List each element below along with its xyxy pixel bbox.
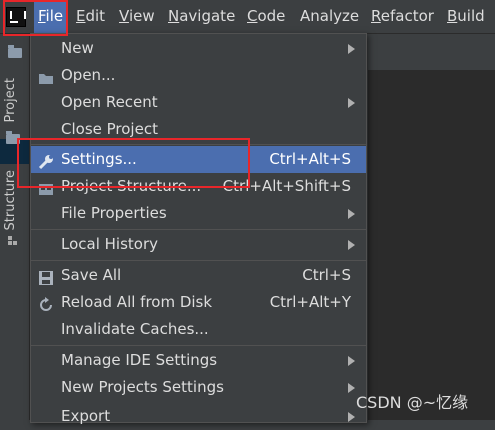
menu-separator (31, 229, 366, 230)
save-icon (38, 268, 54, 285)
project-tab-icon (6, 131, 20, 144)
menu-analyze[interactable]: Analyze (296, 0, 363, 33)
menu-item-label: Invalidate Caches... (61, 320, 209, 338)
menu-separator (31, 260, 366, 261)
project-folder-icon[interactable] (8, 45, 22, 58)
menu-item-settings[interactable]: Settings... Ctrl+Alt+S (31, 146, 366, 173)
reload-icon (38, 295, 54, 311)
menu-edit[interactable]: Edit (72, 0, 109, 33)
structure-icon (8, 236, 18, 246)
intellij-logo-icon[interactable] (6, 7, 26, 27)
menu-item-label: Local History (61, 235, 159, 253)
menu-navigate[interactable]: Navigate (164, 0, 239, 33)
menu-separator (31, 144, 366, 145)
menu-item-close-project[interactable]: Close Project (31, 116, 366, 143)
submenu-arrow-icon (348, 240, 355, 250)
menu-item-label: Close Project (61, 120, 158, 138)
menu-file[interactable]: File (34, 0, 68, 33)
menu-item-label: Open Recent (61, 93, 158, 111)
menu-item-open[interactable]: Open... (31, 62, 366, 89)
menu-item-shortcut: Ctrl+Alt+S (269, 150, 351, 168)
menu-item-shortcut: Ctrl+Alt+Shift+S (222, 177, 351, 195)
tab-structure[interactable]: Structure (3, 170, 18, 230)
menu-bar: File Edit View Navigate Code Analyze Ref… (0, 0, 495, 34)
menu-item-label: Manage IDE Settings (61, 351, 218, 369)
submenu-arrow-icon (348, 209, 355, 219)
menu-item-manage-ide-settings[interactable]: Manage IDE Settings (31, 347, 366, 374)
menu-item-label: Export (61, 407, 111, 425)
tab-project[interactable]: Project (3, 78, 18, 122)
submenu-arrow-icon (348, 383, 355, 393)
submenu-arrow-icon (348, 356, 355, 366)
menu-item-new-projects-settings[interactable]: New Projects Settings (31, 374, 366, 401)
menu-separator (31, 345, 366, 346)
menu-item-local-history[interactable]: Local History (31, 231, 366, 258)
open-folder-icon (38, 68, 54, 84)
menu-view[interactable]: View (115, 0, 159, 33)
menu-item-reload-all[interactable]: Reload All from Disk Ctrl+Alt+Y (31, 289, 366, 316)
menu-item-export[interactable]: Export (31, 403, 366, 430)
menu-item-shortcut: Ctrl+Alt+Y (269, 293, 351, 311)
menu-item-open-recent[interactable]: Open Recent (31, 89, 366, 116)
menu-item-label: Open... (61, 66, 116, 84)
menu-item-new[interactable]: New (31, 35, 366, 62)
menu-item-label: New Projects Settings (61, 378, 224, 396)
menu-refactor[interactable]: Refactor (367, 0, 438, 33)
wrench-icon (38, 152, 54, 170)
editor-area (368, 70, 495, 420)
submenu-arrow-icon (348, 44, 355, 54)
menu-item-save-all[interactable]: Save All Ctrl+S (31, 262, 366, 289)
watermark-text: CSDN @~忆缘 (356, 393, 469, 412)
menu-item-label: Save All (61, 266, 122, 284)
menu-item-shortcut: Ctrl+S (302, 266, 351, 284)
menu-build[interactable]: Build (443, 0, 489, 33)
file-menu-dropdown: New Open... Open Recent Close Project Se… (30, 33, 367, 425)
project-structure-icon (38, 179, 54, 195)
menu-item-label: Settings... (61, 150, 137, 168)
menu-item-project-structure[interactable]: Project Structure... Ctrl+Alt+Shift+S (31, 173, 366, 200)
menu-item-invalidate-caches[interactable]: Invalidate Caches... (31, 316, 366, 343)
menu-item-label: File Properties (61, 204, 167, 222)
submenu-arrow-icon (348, 412, 355, 422)
menu-item-label: New (61, 39, 94, 57)
menu-item-label: Project Structure... (61, 177, 202, 195)
menu-code[interactable]: Code (243, 0, 289, 33)
menu-item-file-properties[interactable]: File Properties (31, 200, 366, 227)
left-tool-strip: Project Structure (0, 34, 30, 420)
menu-item-label: Reload All from Disk (61, 293, 213, 311)
submenu-arrow-icon (348, 98, 355, 108)
